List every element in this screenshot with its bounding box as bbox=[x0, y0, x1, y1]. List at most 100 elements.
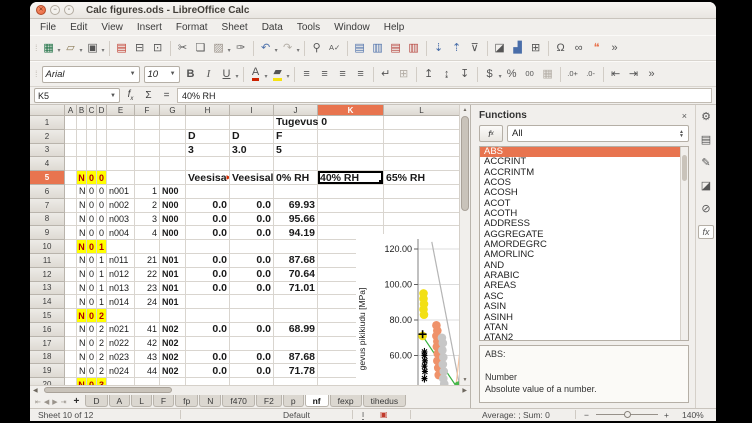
insert-row-icon[interactable]: ▤ bbox=[351, 39, 369, 57]
cell-A14[interactable] bbox=[65, 295, 77, 309]
row-header-2[interactable]: 2 bbox=[30, 130, 65, 144]
align-top-icon[interactable]: ↥ bbox=[420, 65, 438, 83]
delete-decimal-icon[interactable]: .0- bbox=[582, 65, 600, 83]
insert-chart-icon[interactable]: ▟ bbox=[509, 39, 527, 57]
cell-D9[interactable]: 0 bbox=[97, 226, 107, 240]
menu-item-data[interactable]: Data bbox=[255, 21, 290, 34]
merge-cells-icon[interactable]: ⊞ bbox=[395, 65, 413, 83]
cell-F1[interactable] bbox=[135, 116, 160, 130]
function-item-accrintm[interactable]: ACCRINTM bbox=[480, 168, 688, 178]
align-justify-icon[interactable]: ≡ bbox=[352, 65, 370, 83]
cell-J4[interactable] bbox=[274, 157, 318, 171]
previous-sheet-icon[interactable]: ◀ bbox=[43, 395, 50, 408]
chevron-down-icon[interactable]: ▾ bbox=[287, 73, 290, 80]
cell-E1[interactable] bbox=[107, 116, 135, 130]
cell-E6[interactable]: n001 bbox=[107, 185, 135, 199]
sheet-tab-D[interactable]: D bbox=[85, 395, 107, 407]
cell-G10[interactable] bbox=[160, 240, 186, 254]
cell-I5[interactable]: Veesisald▶ bbox=[230, 171, 274, 185]
chevron-down-icon[interactable]: ▾ bbox=[102, 47, 105, 54]
row-header-9[interactable]: 9 bbox=[30, 226, 65, 240]
cell-H14[interactable] bbox=[186, 295, 230, 309]
cell-J20[interactable] bbox=[274, 378, 318, 385]
menu-item-insert[interactable]: Insert bbox=[130, 21, 169, 34]
percent-icon[interactable]: % bbox=[503, 65, 521, 83]
sidebar-settings-icon[interactable]: ⚙ bbox=[701, 110, 711, 123]
menu-item-format[interactable]: Format bbox=[169, 21, 215, 34]
font-color-icon[interactable]: A bbox=[247, 65, 265, 83]
cell-A17[interactable] bbox=[65, 337, 77, 351]
cell-F15[interactable] bbox=[135, 309, 160, 323]
cell-F2[interactable] bbox=[135, 130, 160, 144]
row-header-12[interactable]: 12 bbox=[30, 268, 65, 282]
cell-F19[interactable]: 44 bbox=[135, 364, 160, 378]
cell-C16[interactable]: 0 bbox=[87, 323, 97, 337]
open-icon[interactable]: ▱ bbox=[62, 39, 80, 57]
cell-C17[interactable]: 0 bbox=[87, 337, 97, 351]
cell-J3[interactable]: 5 bbox=[274, 144, 318, 158]
menu-item-tools[interactable]: Tools bbox=[290, 21, 327, 34]
cell-I9[interactable]: 0.0 bbox=[230, 226, 274, 240]
cell-G17[interactable]: N02 bbox=[160, 337, 186, 351]
row-header-19[interactable]: 19 bbox=[30, 364, 65, 378]
cell-K7[interactable] bbox=[318, 199, 384, 213]
menu-item-edit[interactable]: Edit bbox=[63, 21, 94, 34]
cell-D15[interactable]: 2 bbox=[97, 309, 107, 323]
cell-G6[interactable]: N00 bbox=[160, 185, 186, 199]
column-header-F[interactable]: F bbox=[135, 105, 160, 116]
cell-A6[interactable] bbox=[65, 185, 77, 199]
wrap-text-icon[interactable]: ↵ bbox=[377, 65, 395, 83]
align-right-icon[interactable]: ≡ bbox=[334, 65, 352, 83]
document-modified-icon[interactable]: ▣ bbox=[380, 410, 388, 419]
row-header-13[interactable]: 13 bbox=[30, 282, 65, 296]
cell-C7[interactable]: 0 bbox=[87, 199, 97, 213]
name-box[interactable]: K5 ▼ bbox=[34, 88, 120, 103]
undo-icon[interactable]: ↶ bbox=[257, 39, 275, 57]
cell-J17[interactable] bbox=[274, 337, 318, 351]
cell-D8[interactable]: 0 bbox=[97, 213, 107, 227]
cell-H2[interactable]: D bbox=[186, 130, 230, 144]
cell-B17[interactable]: N bbox=[77, 337, 87, 351]
toolbar-handle[interactable]: ⁞ bbox=[35, 43, 38, 53]
cell-E5[interactable] bbox=[107, 171, 135, 185]
add-decimal-icon[interactable]: .0+ bbox=[564, 65, 582, 83]
comment-icon[interactable]: ❝ bbox=[588, 39, 606, 57]
column-header-H[interactable]: H bbox=[186, 105, 230, 116]
cell-F17[interactable]: 42 bbox=[135, 337, 160, 351]
cell-H1[interactable] bbox=[186, 116, 230, 130]
cell-G11[interactable]: N01 bbox=[160, 254, 186, 268]
cell-A15[interactable] bbox=[65, 309, 77, 323]
cell-G7[interactable]: N00 bbox=[160, 199, 186, 213]
cell-C13[interactable]: 0 bbox=[87, 282, 97, 296]
cell-G8[interactable]: N00 bbox=[160, 213, 186, 227]
cell-J2[interactable]: F bbox=[274, 130, 318, 144]
row-header-3[interactable]: 3 bbox=[30, 144, 65, 158]
insert-function-icon[interactable]: fx bbox=[479, 125, 503, 142]
cell-H6[interactable] bbox=[186, 185, 230, 199]
cell-C15[interactable]: 0 bbox=[87, 309, 97, 323]
function-list-scrollbar[interactable] bbox=[680, 147, 688, 340]
sheet-tab-nf[interactable]: nf bbox=[305, 395, 329, 407]
toolbar-handle[interactable]: ⁞ bbox=[35, 69, 38, 79]
italic-icon[interactable]: I bbox=[200, 65, 218, 83]
column-header-A[interactable]: A bbox=[65, 105, 77, 116]
chevron-down-icon[interactable]: ▾ bbox=[228, 47, 231, 54]
cell-H13[interactable]: 0.0 bbox=[186, 282, 230, 296]
cell-F7[interactable]: 2 bbox=[135, 199, 160, 213]
print-preview-icon[interactable]: ⊡ bbox=[149, 39, 167, 57]
sheet-tab-f470[interactable]: f470 bbox=[222, 395, 255, 407]
cell-C6[interactable]: 0 bbox=[87, 185, 97, 199]
align-bottom-icon[interactable]: ↧ bbox=[456, 65, 474, 83]
horizontal-scroll-thumb[interactable] bbox=[44, 387, 172, 393]
cell-H4[interactable] bbox=[186, 157, 230, 171]
column-header-C[interactable]: C bbox=[87, 105, 97, 116]
cell-I12[interactable]: 0.0 bbox=[230, 268, 274, 282]
cell-J19[interactable]: 71.78 bbox=[274, 364, 318, 378]
cell-B4[interactable] bbox=[77, 157, 87, 171]
cell-D17[interactable]: 2 bbox=[97, 337, 107, 351]
embedded-chart[interactable]: 120.00100.0080.0060.0040.00gevus pikikiu… bbox=[356, 234, 462, 385]
cell-F5[interactable] bbox=[135, 171, 160, 185]
redo-icon[interactable]: ↷ bbox=[279, 39, 297, 57]
styles-icon[interactable]: ✎ bbox=[701, 156, 710, 169]
cell-B7[interactable]: N bbox=[77, 199, 87, 213]
